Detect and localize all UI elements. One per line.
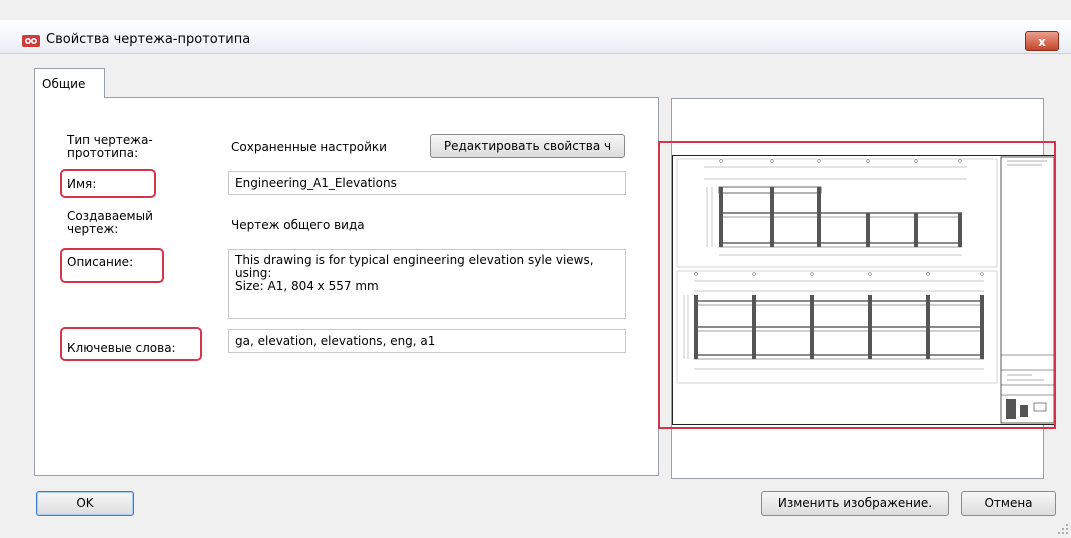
resize-grip-icon[interactable] bbox=[1058, 524, 1069, 535]
dialog-window: Свойства чертежа-прототипа x Общие Тип ч… bbox=[0, 0, 1071, 538]
template-type-value: Сохраненные настройки bbox=[231, 140, 387, 154]
keywords-field[interactable]: ga, elevation, elevations, eng, a1 bbox=[228, 329, 626, 353]
description-label-highlight bbox=[60, 248, 164, 283]
created-drawing-label: Создаваемый чертеж: bbox=[67, 209, 153, 236]
window-title: Свойства чертежа-прототипа bbox=[46, 32, 251, 47]
app-logo-icon bbox=[22, 35, 40, 47]
change-image-button[interactable]: Изменить изображение. bbox=[761, 491, 949, 516]
name-label-highlight bbox=[60, 169, 156, 198]
tab-general-label: Общие bbox=[42, 77, 86, 91]
name-field[interactable]: Engineering_A1_Elevations bbox=[228, 171, 626, 195]
template-type-label: Тип чертежа-прототипа: bbox=[67, 133, 153, 160]
cancel-button[interactable]: Отмена bbox=[961, 491, 1056, 516]
title-bar: Свойства чертежа-прототипа bbox=[0, 20, 1071, 54]
description-field[interactable]: This drawing is for typical engineering … bbox=[228, 249, 626, 319]
close-button[interactable]: x bbox=[1025, 31, 1059, 51]
keywords-label-highlight bbox=[60, 327, 202, 361]
tab-general[interactable]: Общие bbox=[34, 68, 105, 98]
preview-highlight bbox=[658, 141, 1056, 429]
ok-button[interactable]: OK bbox=[36, 491, 134, 516]
close-icon: x bbox=[1038, 35, 1046, 49]
general-tab-panel: Тип чертежа-прототипа: Сохраненные настр… bbox=[34, 97, 659, 476]
created-drawing-value: Чертеж общего вида bbox=[231, 218, 365, 232]
edit-properties-button[interactable]: Редактировать свойства ч bbox=[430, 134, 625, 158]
